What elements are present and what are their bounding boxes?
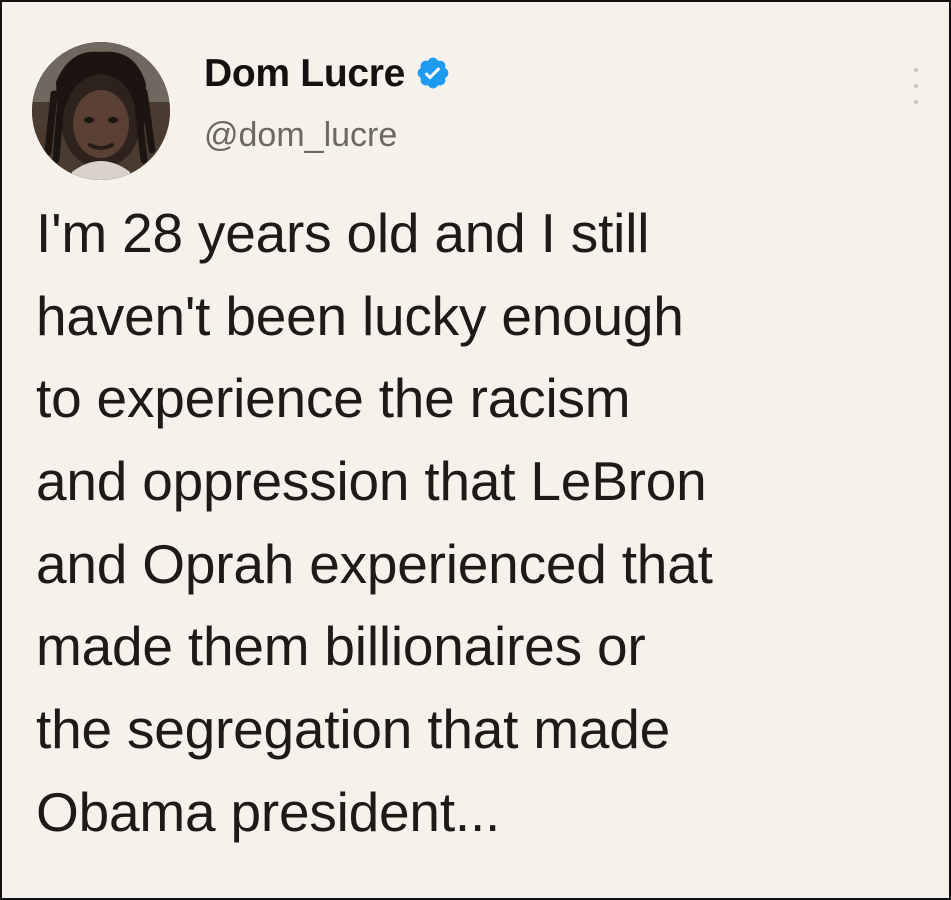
tweet-body-line: made them billionaires or: [36, 615, 646, 678]
tweet-body-line: haven't been lucky enough: [36, 284, 684, 347]
dot-icon: [914, 68, 918, 72]
tweet-body-line: Obama president...: [36, 780, 501, 843]
verified-badge-icon: [415, 55, 451, 91]
author-name-row: Dom Lucre: [204, 47, 451, 99]
dot-icon: [914, 100, 918, 104]
avatar-image: [32, 42, 170, 180]
author-display-name[interactable]: Dom Lucre: [204, 54, 405, 93]
tweet-body-line: I'm 28 years old and I still: [36, 202, 650, 264]
tweet-body-line: the segregation that made: [36, 698, 671, 761]
tweet-body-line: and oppression that LeBron: [36, 450, 707, 513]
tweet-body: I'm 28 years old and I still haven't bee…: [36, 192, 936, 854]
dot-icon: [914, 84, 918, 88]
vertical-ellipsis-icon[interactable]: [911, 68, 921, 104]
avatar[interactable]: [32, 42, 170, 180]
author-handle[interactable]: @dom_lucre: [204, 118, 397, 152]
tweet-body-line: and Oprah experienced that: [36, 532, 713, 595]
tweet-card: Dom Lucre @dom_lucre I'm 28 years old an…: [0, 0, 951, 900]
tweet-body-line: to experience the racism: [36, 367, 631, 430]
